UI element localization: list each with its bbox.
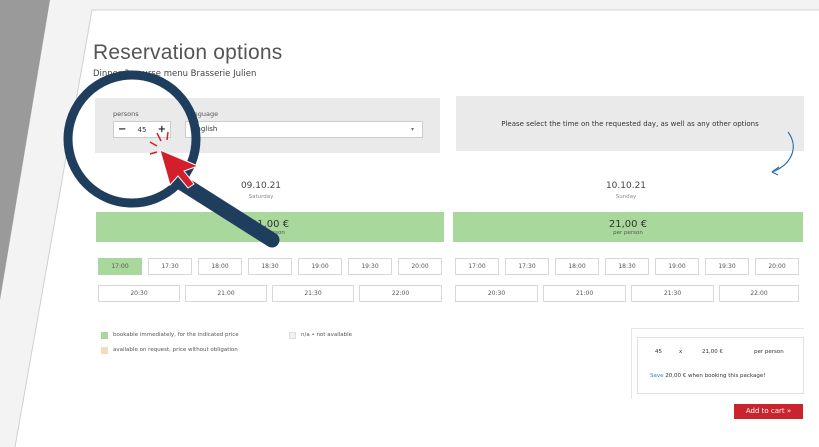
day1-slot[interactable]: 20:00 — [398, 258, 442, 275]
language-label: Language — [186, 110, 219, 118]
add-to-cart-button[interactable]: Add to cart » — [734, 404, 803, 419]
summary-per: per person — [754, 349, 784, 355]
minus-button[interactable]: − — [118, 124, 126, 135]
summary-save: Save 20,00 € when booking this package! — [650, 373, 765, 379]
day1-price-bar: 21,00 € per person — [96, 212, 444, 242]
summary-box — [637, 337, 804, 394]
day1-price: 21,00 € — [250, 219, 290, 230]
day1-slot[interactable]: 21:30 — [272, 285, 354, 302]
day1-slot[interactable]: 18:00 — [198, 258, 242, 275]
day1-slot[interactable]: 17:00 — [98, 258, 142, 275]
legend-bookable: bookable immediately, for the indicated … — [113, 332, 239, 338]
persons-value: 45 — [137, 125, 147, 134]
day1-slot[interactable]: 19:00 — [298, 258, 342, 275]
day2-slot[interactable]: 21:30 — [631, 285, 714, 302]
day2-slot[interactable]: 17:30 — [505, 258, 549, 275]
day2-price-note: per person — [613, 230, 643, 236]
day2-slot[interactable]: 18:00 — [555, 258, 599, 275]
day1-weekday: Saturday — [248, 194, 274, 200]
legend-swatch-not-available — [289, 332, 296, 339]
day1-date: 09.10.21 — [240, 181, 282, 191]
day1-slot[interactable]: 20:30 — [98, 285, 180, 302]
day1-slot[interactable]: 18:30 — [248, 258, 292, 275]
day1-slot[interactable]: 19:30 — [348, 258, 392, 275]
chevron-down-icon: ▾ — [410, 126, 414, 133]
day2-price-bar: 21,00 € per person — [453, 212, 803, 242]
summary-qty: 45 — [655, 349, 662, 355]
legend-not-available: n/a • not available — [301, 332, 353, 338]
summary-unit-price: 21,00 € — [702, 349, 723, 355]
curved-arrow-icon — [771, 131, 794, 176]
legend-swatch-on-request — [101, 347, 108, 354]
plus-button[interactable]: + — [158, 124, 166, 135]
day2-slot[interactable]: 21:00 — [543, 285, 626, 302]
day2-price: 21,00 € — [608, 219, 648, 230]
persons-label: persons — [113, 110, 139, 118]
day2-slot[interactable]: 20:30 — [455, 285, 538, 302]
day2-date: 10.10.21 — [605, 181, 647, 191]
day2-slot[interactable]: 19:30 — [705, 258, 749, 275]
save-text: 20,00 € when booking this package! — [665, 373, 766, 379]
summary-times: x — [679, 349, 683, 355]
day2-slot[interactable]: 20:00 — [755, 258, 799, 275]
day1-price-note: per person — [255, 230, 285, 236]
day2-slot[interactable]: 22:00 — [719, 285, 799, 302]
legend-swatch-bookable — [101, 332, 108, 339]
page-title: Reservation options — [93, 41, 283, 64]
language-select[interactable]: English ▾ — [185, 121, 423, 138]
language-value: English — [192, 125, 218, 133]
day1-slot[interactable]: 17:30 — [148, 258, 192, 275]
save-link[interactable]: Save — [650, 373, 664, 379]
day2-slot[interactable]: 17:00 — [455, 258, 499, 275]
day1-slot[interactable]: 21:00 — [185, 285, 267, 302]
notice-text: Please select the time on the requested … — [501, 120, 759, 128]
legend-on-request: available on request, price without obli… — [113, 347, 238, 353]
day2-weekday: Sunday — [615, 194, 637, 200]
page-subtitle: Dinner 3-course menu Brasserie Julien — [93, 69, 257, 79]
day2-slot[interactable]: 18:30 — [605, 258, 649, 275]
day1-slot[interactable]: 22:00 — [359, 285, 442, 302]
persons-stepper[interactable]: − 45 + — [113, 121, 171, 138]
day2-slot[interactable]: 19:00 — [655, 258, 699, 275]
